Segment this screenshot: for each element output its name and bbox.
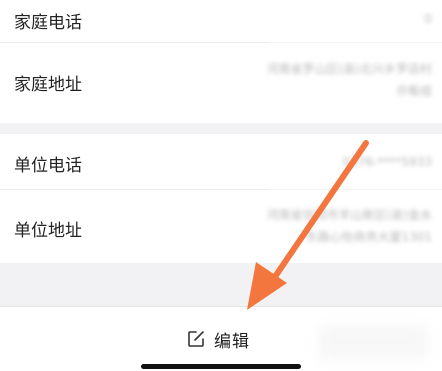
home-info-card: 家庭电话 0 家庭地址 河南省罗山区(县)北兴乡罗店村 许畈组 [0,0,442,123]
edit-label: 编辑 [214,331,250,352]
blurred-area [318,325,428,359]
work-phone-value: 0376-****5933 [342,155,432,169]
home-phone-label: 家庭电话 [14,13,82,33]
work-phone-row[interactable]: 单位电话 0376-****5933 [0,134,442,189]
home-phone-value: 0 [424,12,432,26]
home-address-row[interactable]: 家庭地址 河南省罗山区(县)北兴乡罗店村 许畈组 [0,43,442,123]
edit-icon [188,331,204,347]
work-phone-label: 单位电话 [14,156,82,176]
home-address-value: 河南省罗山区(县)北兴乡罗店村 许畈组 [182,58,432,102]
home-indicator [141,364,301,369]
work-address-label: 单位地址 [14,221,82,241]
home-address-line-1: 河南省罗山区(县)北兴乡罗店村 [266,62,432,76]
home-address-label: 家庭地址 [14,75,82,95]
work-info-card: 单位电话 0376-****5933 单位地址 河南省信阳市羊山新区(县)金水 … [0,134,442,263]
edit-button[interactable]: 编辑 [186,322,250,356]
work-address-line-1: 河南省信阳市羊山新区(县)金水 [266,208,432,222]
work-address-line-2: 东路心怡商务大厦1301 [305,230,432,244]
work-address-value: 河南省信阳市羊山新区(县)金水 东路心怡商务大厦1301 [182,204,432,248]
work-address-row[interactable]: 单位地址 河南省信阳市羊山新区(县)金水 东路心怡商务大厦1301 [0,190,442,263]
home-address-line-2: 许畈组 [395,84,432,98]
home-phone-row[interactable]: 家庭电话 0 [0,0,442,42]
